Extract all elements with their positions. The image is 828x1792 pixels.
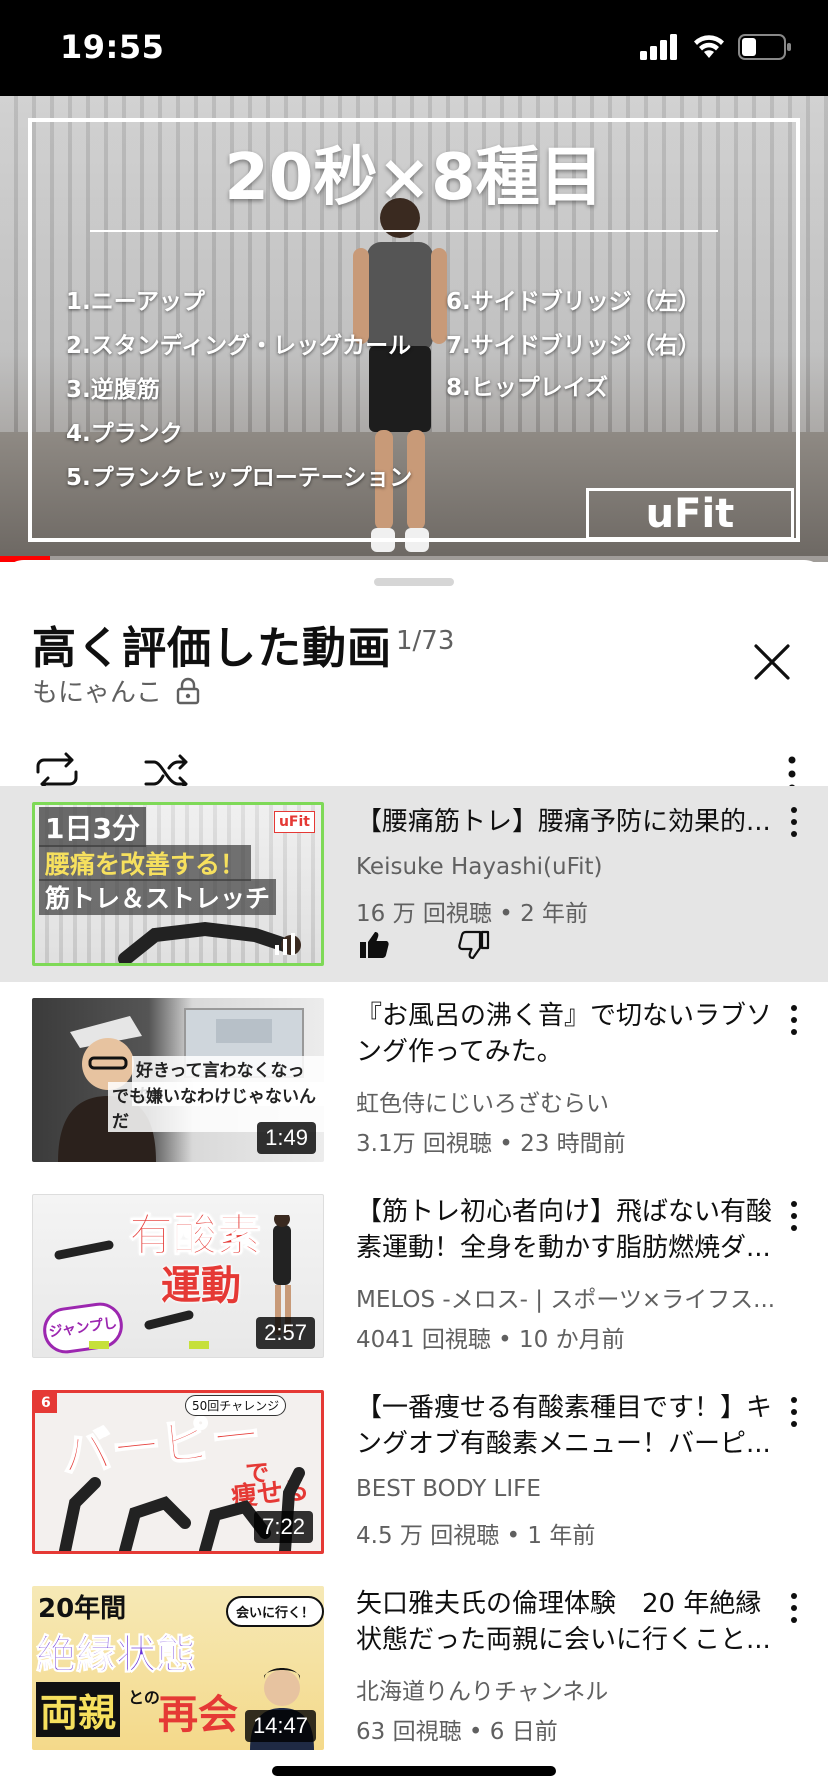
video-player[interactable]: 20秒×8種目 1.ニーアップ 2.スタンディング・レッグカール 3.逆腹筋 4… (0, 96, 828, 562)
video-thumbnail[interactable]: 6 バーピー で 痩せる 50回チャレンジ 7:22 (32, 1390, 324, 1554)
playlist-owner: もにゃんこ (32, 672, 200, 709)
list-item[interactable]: 20年間 絶縁状態 両親 との 再会 会いに行く！ 14:47 矢口雅夫氏の倫理… (0, 1586, 828, 1766)
status-bar: 19:55 (0, 0, 828, 96)
list-item-active[interactable]: 1日3分 腰痛を改善する！ 筋トレ＆ストレッチ uFit 【腰痛筋トレ】腰痛予防… (0, 786, 828, 982)
thumb-text: 20年間 (38, 1594, 127, 1624)
video-duration: 1:49 (257, 1122, 316, 1154)
overlay-item: 6.サイドブリッジ（左） (446, 289, 701, 315)
more-options-icon[interactable] (782, 806, 806, 840)
video-title[interactable]: 【筋トレ初心者向け】飛ばない有酸素運動！全身を動かす脂肪燃焼ダ... (356, 1194, 776, 1266)
video-duration: 7:22 (254, 1511, 313, 1543)
video-stats: 4.5 万 回視聴 • 1 年前 (356, 1523, 596, 1549)
video-thumbnail[interactable]: 有酸素 運動 ジャンプしない 2:57 (32, 1194, 324, 1358)
home-indicator[interactable] (272, 1766, 556, 1776)
video-title[interactable]: 【一番痩せる有酸素種目です！】キングオブ有酸素メニュー！バーピ... (356, 1390, 776, 1462)
playlist-panel: 高く評価した動画 1/73 もにゃんこ 1日3分 腰痛を改善する！ 筋トレ＆スト… (0, 560, 828, 1792)
video-title[interactable]: 【腰痛筋トレ】腰痛予防に効果的... (356, 804, 776, 840)
overlay-item: 2.スタンディング・レッグカール (66, 333, 412, 359)
video-title[interactable]: 矢口雅夫氏の倫理体験 20 年絶縁状態だった両親に会いに行くこと... (356, 1586, 776, 1658)
drag-handle[interactable] (374, 578, 454, 586)
status-icons (640, 34, 792, 60)
list-item[interactable]: 好きって言わなくなった でも嫌いなわけじゃないんだ 1:49 『お風呂の沸く音』… (0, 998, 828, 1178)
thumb-badge: uFit (273, 811, 315, 833)
thumb-device-display (216, 1019, 272, 1043)
more-options-icon[interactable] (782, 1004, 806, 1038)
overlay-item: 3.逆腹筋 (66, 377, 160, 403)
video-stats: 3.1万 回視聴 • 23 時間前 (356, 1131, 626, 1157)
overlay-item: 8.ヒップレイズ (446, 375, 609, 401)
video-channel: MELOS -メロス- | スポーツ×ライフス... (356, 1287, 776, 1313)
thumb-figure (118, 921, 301, 963)
video-channel: 北海道りんりチャンネル (356, 1679, 609, 1705)
signal-icon (640, 34, 677, 60)
overlay-item: 4.プランク (66, 421, 183, 447)
thumb-text: 絶縁状態 (36, 1632, 197, 1679)
video-thumbnail[interactable]: 1日3分 腰痛を改善する！ 筋トレ＆ストレッチ uFit (32, 802, 324, 966)
video-channel: 虹色侍にじいろざむらい (356, 1091, 609, 1117)
battery-icon (738, 34, 791, 60)
overlay-item: 1.ニーアップ (66, 289, 205, 315)
more-options-icon[interactable] (782, 1396, 806, 1430)
video-stats: 4041 回視聴 • 10 か月前 (356, 1327, 625, 1353)
video-stats: 63 回視聴 • 6 日前 (356, 1719, 558, 1745)
video-channel: Keisuke Hayashi(uFit) (356, 854, 603, 880)
video-duration: 14:47 (244, 1710, 316, 1742)
overlay-divider (90, 230, 718, 232)
thumb-text: 両親 (36, 1682, 121, 1737)
thumb-text: 1日3分 (39, 807, 146, 847)
thumb-badge: 6 (35, 1393, 57, 1413)
dislike-icon[interactable] (458, 930, 490, 960)
brand-logo: uFit (586, 488, 794, 540)
more-options-icon[interactable] (782, 1200, 806, 1234)
like-icon[interactable] (358, 930, 390, 960)
lock-icon (176, 677, 200, 704)
thumb-text: 50回チャレンジ (185, 1395, 287, 1416)
playlist-owner-name: もにゃんこ (32, 678, 163, 708)
overlay-item: 7.サイドブリッジ（右） (446, 333, 701, 359)
list-item[interactable]: 6 バーピー で 痩せる 50回チャレンジ 7:22 【一番痩せる有酸素種目です… (0, 1390, 828, 1570)
playlist-position: 1/73 (396, 626, 455, 656)
thumb-text: との (128, 1688, 160, 1707)
video-thumbnail[interactable]: 20年間 絶縁状態 両親 との 再会 会いに行く！ 14:47 (32, 1586, 324, 1750)
thumb-text: 再会 (158, 1692, 238, 1738)
close-icon[interactable] (746, 636, 798, 688)
video-title[interactable]: 『お風呂の沸く音』で切ないラブソング作ってみた。 (356, 998, 776, 1070)
overlay-item: 5.プランクヒップローテーション (66, 465, 413, 491)
status-time: 19:55 (60, 28, 165, 66)
thumb-text: 腰痛を改善する！ (39, 845, 252, 881)
video-overlay-title: 20秒×8種目 (224, 141, 604, 215)
wifi-icon (694, 35, 724, 58)
video-duration: 2:57 (256, 1317, 315, 1349)
thumb-text: 会いに行く！ (226, 1596, 324, 1627)
playlist-title: 高く評価した動画 (32, 623, 392, 674)
video-thumbnail[interactable]: 好きって言わなくなった でも嫌いなわけじゃないんだ 1:49 (32, 998, 324, 1162)
video-channel: BEST BODY LIFE (356, 1476, 541, 1502)
video-stats: 16 万 回視聴 • 2 年前 (356, 901, 589, 927)
list-item[interactable]: 有酸素 運動 ジャンプしない 2:57 【筋トレ初心者向け】飛ばない有酸素運動！… (0, 1194, 828, 1374)
more-options-icon[interactable] (782, 1592, 806, 1626)
